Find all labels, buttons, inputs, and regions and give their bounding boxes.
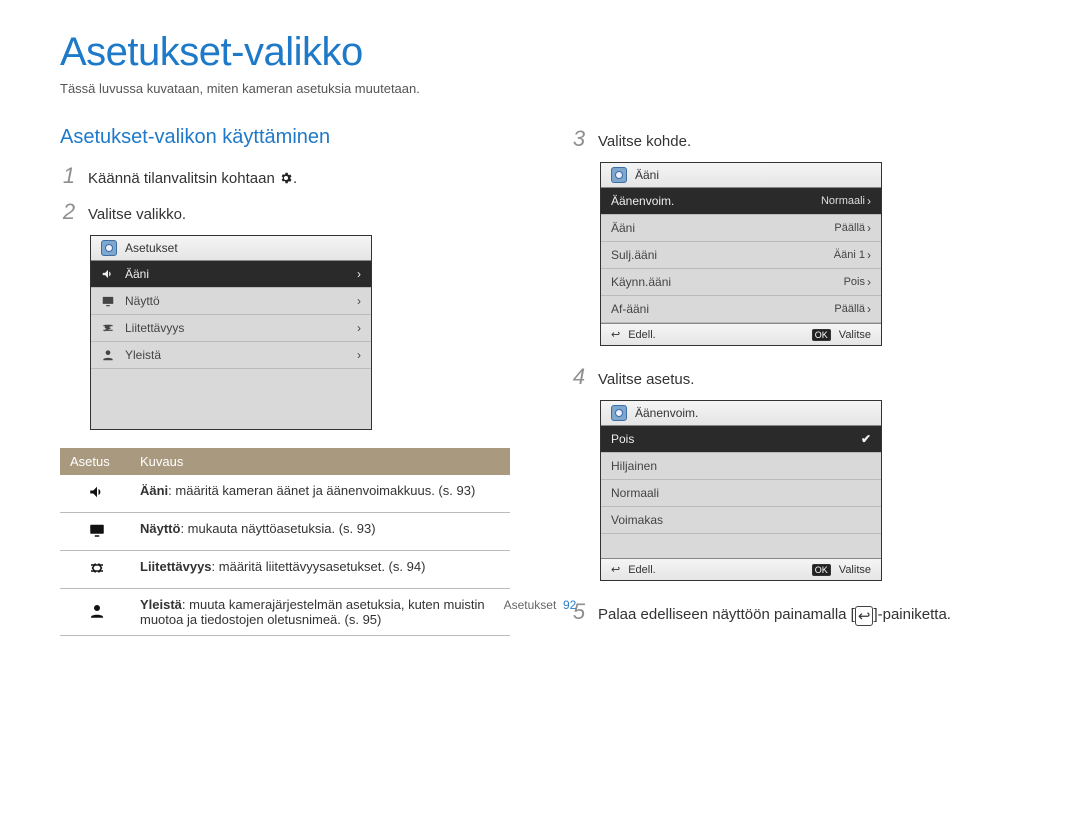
- footer-select: Valitse: [839, 564, 871, 576]
- menu-row[interactable]: Sulj.ääni Ääni 1›: [601, 242, 881, 269]
- menu-row[interactable]: Käynn.ääni Pois›: [601, 269, 881, 296]
- menu-row-label: Ääni: [125, 267, 149, 281]
- step-1-text-pre: Käännä tilanvalitsin kohtaan: [88, 170, 279, 187]
- menu-row[interactable]: Liitettävyys ›: [91, 315, 371, 342]
- step-number: 1: [60, 163, 78, 189]
- step-number: 3: [570, 126, 588, 152]
- table-row: Ääni: määritä kameran äänet ja äänenvoim…: [60, 475, 510, 513]
- ok-badge: OK: [812, 564, 831, 576]
- menu-row[interactable]: Ääni Päällä›: [601, 215, 881, 242]
- menu-screenshot-settings: Asetukset Ääni ›: [90, 235, 372, 430]
- step-2: 2 Valitse valikko.: [60, 199, 510, 225]
- back-icon: ↩: [611, 328, 620, 341]
- menu-row-label: Pois: [611, 432, 634, 446]
- mode-dial-icon: [611, 167, 627, 183]
- step-number: 4: [570, 364, 588, 390]
- table-row: Yleistä: muuta kamerajärjestelmän asetuk…: [60, 589, 510, 636]
- menu-row-label: Ääni: [611, 221, 635, 235]
- menu-row[interactable]: Hiljainen: [601, 453, 881, 480]
- menu-screenshot-sound: Ääni Äänenvoim. Normaali› Ääni Päällä› S…: [600, 162, 882, 346]
- mode-dial-icon: [101, 240, 117, 256]
- desc-rest: : määritä liitettävyysasetukset. (s. 94): [212, 559, 426, 574]
- checkmark-icon: ✔: [861, 432, 871, 446]
- table-row: Liitettävyys: määritä liitettävyysasetuk…: [60, 551, 510, 589]
- chevron-right-icon: ›: [867, 302, 871, 316]
- menu-row[interactable]: Voimakas: [601, 507, 881, 534]
- desc-rest: : määritä kameran äänet ja äänenvoimakku…: [168, 483, 475, 498]
- menu-row[interactable]: Yleistä ›: [91, 342, 371, 369]
- screen-header: Äänenvoim.: [635, 406, 698, 420]
- connectivity-icon: [88, 559, 102, 573]
- desc-bold: Ääni: [140, 483, 168, 498]
- menu-row-label: Hiljainen: [611, 459, 657, 473]
- menu-row-label: Af-ääni: [611, 302, 649, 316]
- chevron-right-icon: ›: [357, 348, 361, 362]
- menu-row-value: Pois: [844, 276, 865, 288]
- desc-bold: Näyttö: [140, 521, 180, 536]
- step-1: 1 Käännä tilanvalitsin kohtaan .: [60, 163, 510, 189]
- menu-row-value: Normaali: [821, 195, 865, 207]
- menu-row-value: Päällä: [834, 222, 865, 234]
- menu-row-label: Voimakas: [611, 513, 663, 527]
- step-1-text-post: .: [293, 170, 297, 187]
- chevron-right-icon: ›: [867, 194, 871, 208]
- screen-header: Ääni: [635, 168, 659, 182]
- chevron-right-icon: ›: [867, 221, 871, 235]
- general-icon: [101, 348, 115, 362]
- menu-row-label: Normaali: [611, 486, 659, 500]
- table-header-setting: Asetus: [60, 448, 130, 475]
- display-icon: [88, 521, 102, 535]
- menu-row-label: Sulj.ääni: [611, 248, 657, 262]
- screen-header: Asetukset: [125, 241, 178, 255]
- page-footer: Asetukset 92: [0, 598, 1080, 612]
- menu-row[interactable]: Pois ✔: [601, 426, 881, 453]
- sound-icon: [101, 267, 115, 281]
- step-3: 3 Valitse kohde.: [570, 126, 1020, 152]
- step-4: 4 Valitse asetus.: [570, 364, 1020, 390]
- chevron-right-icon: ›: [867, 275, 871, 289]
- table-row: Näyttö: mukauta näyttöasetuksia. (s. 93): [60, 513, 510, 551]
- step-4-text: Valitse asetus.: [598, 371, 694, 388]
- page-intro: Tässä luvussa kuvataan, miten kameran as…: [60, 81, 1020, 96]
- section-heading: Asetukset-valikon käyttäminen: [60, 126, 510, 149]
- chevron-right-icon: ›: [357, 294, 361, 308]
- menu-row-value: Päällä: [834, 303, 865, 315]
- mode-dial-icon: [611, 405, 627, 421]
- step-3-text: Valitse kohde.: [598, 133, 691, 150]
- menu-row-label: Käynn.ääni: [611, 275, 671, 289]
- footer-prev: Edell.: [628, 564, 656, 576]
- chevron-right-icon: ›: [357, 267, 361, 281]
- display-icon: [101, 294, 115, 308]
- menu-row[interactable]: Äänenvoim. Normaali›: [601, 188, 881, 215]
- menu-row[interactable]: Af-ääni Päällä›: [601, 296, 881, 323]
- footer-page-number: 92: [563, 598, 576, 612]
- menu-row[interactable]: Ääni ›: [91, 261, 371, 288]
- footer-prev: Edell.: [628, 329, 656, 341]
- chevron-right-icon: ›: [867, 248, 871, 262]
- ok-badge: OK: [812, 329, 831, 341]
- menu-row-value: Ääni 1: [834, 249, 865, 261]
- desc-rest: : mukauta näyttöasetuksia. (s. 93): [180, 521, 375, 536]
- menu-row[interactable]: Näyttö ›: [91, 288, 371, 315]
- menu-row[interactable]: Normaali: [601, 480, 881, 507]
- page-title: Asetukset-valikko: [60, 30, 1020, 75]
- connectivity-icon: [101, 321, 115, 335]
- menu-row-label: Näyttö: [125, 294, 160, 308]
- menu-row-label: Liitettävyys: [125, 321, 184, 335]
- step-number: 2: [60, 199, 78, 225]
- chevron-right-icon: ›: [357, 321, 361, 335]
- sound-icon: [88, 483, 102, 497]
- menu-screenshot-volume: Äänenvoim. Pois ✔ Hiljainen Normaali Voi…: [600, 400, 882, 581]
- gear-icon: [279, 171, 293, 185]
- footer-section: Asetukset: [504, 598, 557, 612]
- menu-row-label: Äänenvoim.: [611, 194, 674, 208]
- step-2-text: Valitse valikko.: [88, 206, 186, 223]
- back-icon: ↩: [611, 563, 620, 576]
- menu-row-label: Yleistä: [125, 348, 161, 362]
- desc-bold: Liitettävyys: [140, 559, 212, 574]
- footer-select: Valitse: [839, 329, 871, 341]
- table-header-description: Kuvaus: [130, 448, 510, 475]
